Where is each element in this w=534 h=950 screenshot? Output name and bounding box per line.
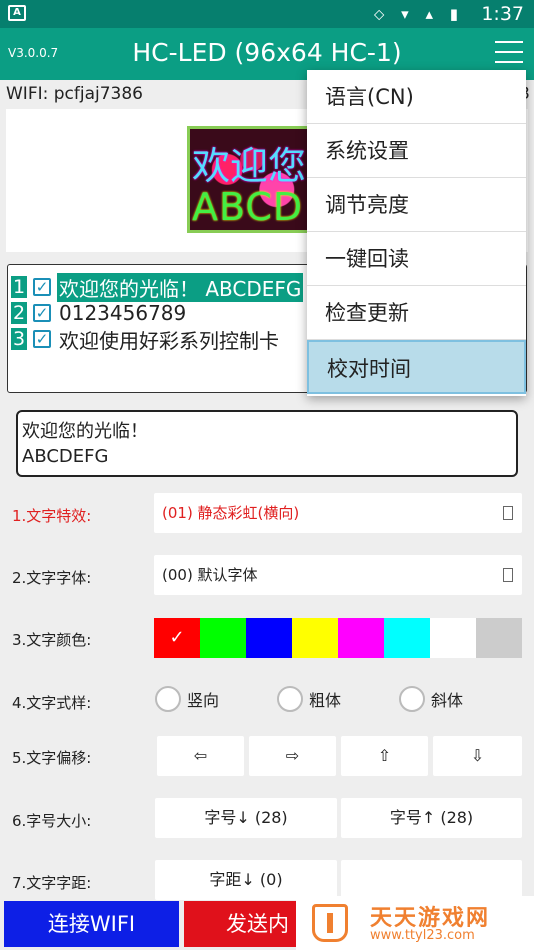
color-swatch-blue[interactable] [246, 618, 292, 658]
menu-item-sync-time[interactable]: 校对时间 [307, 340, 526, 394]
list-item-number: 1 [11, 276, 27, 298]
list-item[interactable]: 3 ✓ 欢迎使用好彩系列控制卡 [11, 326, 281, 353]
radio-label: 斜体 [431, 691, 464, 710]
color-swatch-gray[interactable] [476, 618, 522, 658]
color-label: 3.文字颜色: [12, 631, 92, 649]
text-line-1: 欢迎您的光临！ [22, 421, 148, 442]
spacing-increase-button[interactable] [341, 860, 522, 900]
style-label: 4.文字式样: [12, 694, 92, 712]
radio-vertical[interactable]: 竖向 [155, 686, 219, 712]
color-swatch-yellow[interactable] [292, 618, 338, 658]
effect-value: (01) 静态彩虹(横向) [162, 504, 300, 522]
menu-item-language[interactable]: 语言(CN) [307, 70, 526, 124]
list-item-text: 欢迎您的光临！ ABCDEFG [57, 272, 304, 302]
radio-italic[interactable]: 斜体 [399, 686, 463, 712]
app-title: HC-LED (96x64 HC-1) [132, 38, 402, 67]
list-item-number: 3 [11, 328, 27, 350]
send-button[interactable]: 发送内 [184, 901, 314, 947]
text-line-2: ABCDEFG [22, 446, 109, 467]
status-time: 1:37 [481, 3, 524, 25]
menu-item-system-settings[interactable]: 系统设置 [307, 124, 526, 178]
offset-down-button[interactable]: ⇩ [433, 736, 522, 776]
font-size-decrease-button[interactable]: 字号↓ (28) [155, 798, 337, 838]
watermark: 天天游戏网 www.ttyl23.com [296, 896, 534, 950]
checkbox[interactable]: ✓ [33, 330, 51, 348]
overflow-menu: 语言(CN) 系统设置 调节亮度 一键回读 检查更新 校对时间 [307, 70, 526, 396]
color-swatch-red[interactable]: ✓ [154, 618, 200, 658]
radio-circle [155, 686, 181, 712]
list-item-text: 0123456789 [59, 301, 187, 325]
spacing-decrease-button[interactable]: 字距↓ (0) [155, 860, 337, 900]
app-notification-icon: A [8, 5, 26, 21]
watermark-logo-icon [312, 904, 348, 942]
offset-label: 5.文字偏移: [12, 749, 92, 767]
radio-bold[interactable]: 粗体 [277, 686, 341, 712]
list-item-number: 2 [11, 302, 27, 324]
led-preview: 欢迎您 ABCD [187, 126, 317, 233]
font-size-increase-button[interactable]: 字号↑ (28) [341, 798, 522, 838]
list-item[interactable]: 2 ✓ 0123456789 [11, 300, 188, 326]
wifi-label: WIFI: pcfjaj7386 [6, 84, 143, 104]
font-select[interactable]: (00) 默认字体 [154, 555, 522, 595]
text-content-input[interactable]: 欢迎您的光临！ ABCDEFG [16, 410, 518, 477]
selected-check-icon: ✓ [169, 627, 185, 648]
color-swatch-cyan[interactable] [384, 618, 430, 658]
hamburger-menu-icon[interactable] [495, 41, 523, 65]
effect-label: 1.文字特效: [12, 507, 92, 525]
menu-item-readback[interactable]: 一键回读 [307, 232, 526, 286]
spacing-label: 7.文字字距: [12, 874, 92, 892]
checkbox[interactable]: ✓ [33, 278, 51, 296]
connect-wifi-button[interactable]: 连接WIFI [4, 901, 179, 947]
status-icons: ⬦ ▾ ▴ ▮ [373, 5, 464, 23]
radio-label: 粗体 [309, 691, 342, 710]
offset-left-button[interactable]: ⇦ [157, 736, 244, 776]
list-item-text: 欢迎使用好彩系列控制卡 [59, 328, 279, 353]
dropdown-icon [503, 506, 513, 520]
offset-right-button[interactable]: ⇨ [249, 736, 336, 776]
size-label: 6.字号大小: [12, 812, 92, 830]
checkbox[interactable]: ✓ [33, 304, 51, 322]
radio-circle [277, 686, 303, 712]
offset-up-button[interactable]: ⇧ [341, 736, 428, 776]
menu-item-check-update[interactable]: 检查更新 [307, 286, 526, 340]
watermark-url: www.ttyl23.com [370, 928, 475, 943]
led-line-2: ABCD [192, 185, 304, 229]
radio-circle [399, 686, 425, 712]
radio-label: 竖向 [187, 691, 220, 710]
led-line-1: 欢迎您 [192, 144, 307, 188]
list-item[interactable]: 1 ✓ 欢迎您的光临！ ABCDEFG [11, 272, 304, 302]
effect-select[interactable]: (01) 静态彩虹(横向) [154, 493, 522, 533]
dropdown-icon [503, 568, 513, 582]
menu-item-brightness[interactable]: 调节亮度 [307, 178, 526, 232]
color-swatch-green[interactable] [200, 618, 246, 658]
font-value: (00) 默认字体 [162, 566, 258, 584]
status-bar: A ⬦ ▾ ▴ ▮ 1:37 [0, 0, 534, 28]
color-swatch-white[interactable] [430, 618, 476, 658]
font-label: 2.文字字体: [12, 569, 92, 587]
color-swatch-magenta[interactable] [338, 618, 384, 658]
